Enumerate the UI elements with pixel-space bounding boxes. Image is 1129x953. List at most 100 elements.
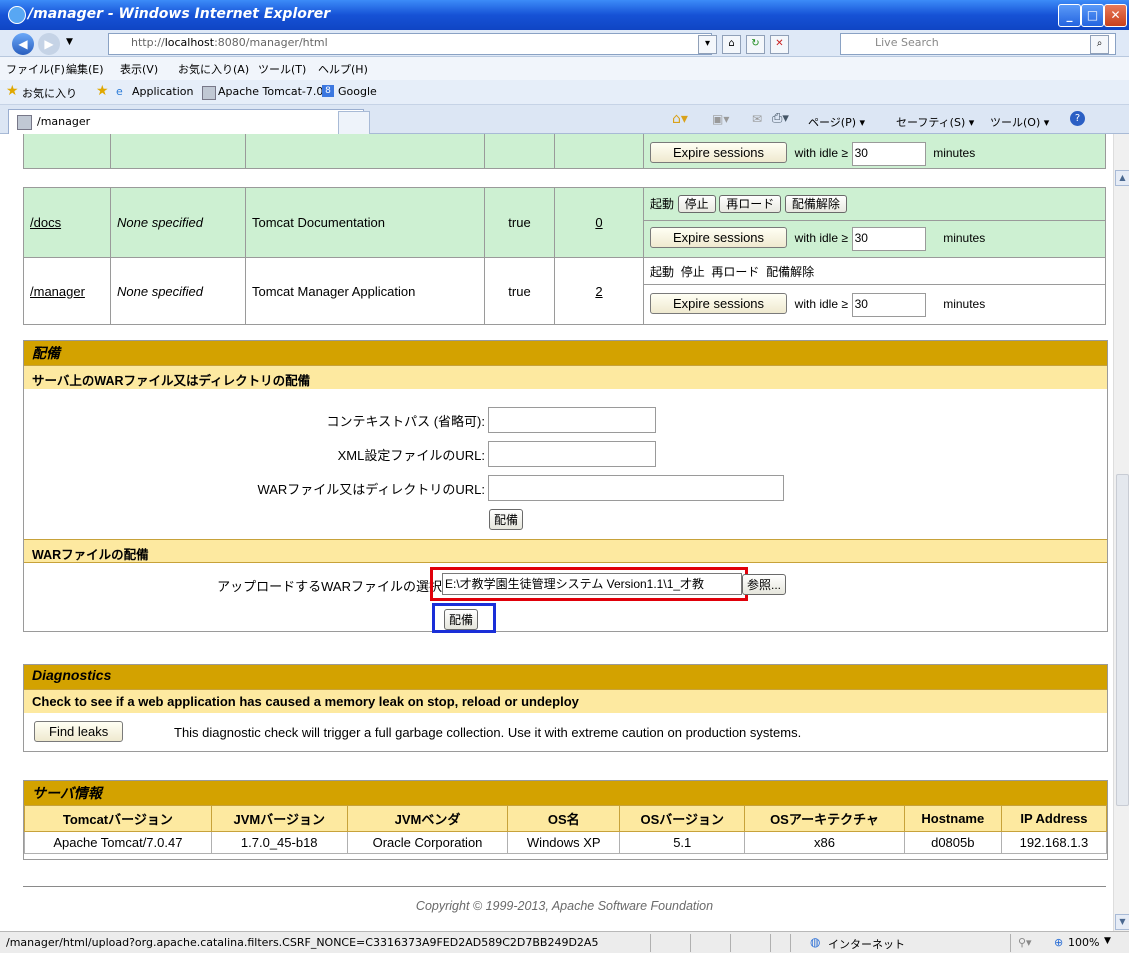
col-jvm-vendor: JVMベンダ [346, 805, 509, 832]
stop-button[interactable]: 停止 [677, 195, 716, 213]
tab-manager[interactable]: /manager [8, 109, 364, 135]
os-version: 5.1 [619, 831, 746, 854]
ie-page-icon: e [116, 85, 123, 98]
idle-label: with idle ≥ [794, 231, 848, 246]
star-icon: ★ [6, 83, 19, 99]
context-path-input[interactable] [488, 407, 656, 433]
app-running: true [484, 187, 555, 258]
fav-google[interactable]: Google [338, 85, 377, 98]
expire-sessions-button[interactable]: Expire sessions [650, 227, 788, 249]
tab-favicon-icon [17, 115, 32, 130]
tools-menu[interactable]: ツール(O) ▾ [990, 114, 1049, 130]
search-input[interactable]: Live Search [840, 33, 1116, 55]
find-leaks-button[interactable]: Find leaks [34, 721, 124, 742]
expire-sessions-button[interactable]: Expire sessions [650, 293, 788, 315]
help-icon[interactable]: ? [1070, 111, 1085, 126]
favorites-button[interactable]: お気に入り [22, 85, 77, 101]
compat-view-icon[interactable]: ▾ [698, 35, 717, 54]
search-icon[interactable]: ⌕ [1090, 35, 1109, 54]
status-bar: /manager/html/upload?org.apache.catalina… [0, 931, 1129, 953]
forward-button[interactable]: ▶ [38, 33, 60, 55]
apps-table-partial: Expire sessions with idle ≥ 30 minutes [23, 134, 1106, 169]
tab-title: /manager [37, 115, 91, 128]
reload-command: 再ロード [711, 264, 760, 279]
fav-tomcat[interactable]: Apache Tomcat-7.0 [218, 85, 323, 98]
tomcat-version: Apache Tomcat/7.0.47 [24, 831, 212, 854]
minutes-label: minutes [943, 231, 986, 246]
favorites-bar: ★ お気に入り ★ e Application Apache Tomcat-7.… [0, 80, 1129, 105]
undeploy-button[interactable]: 配備解除 [784, 195, 847, 213]
fav-application[interactable]: Application [132, 85, 193, 98]
app-sessions-link[interactable]: 0 [595, 215, 602, 230]
scroll-down-icon[interactable]: ▼ [1115, 914, 1129, 930]
app-sessions-link[interactable]: 2 [595, 284, 602, 299]
idle-input[interactable]: 30 [851, 227, 926, 251]
menu-help[interactable]: ヘルプ(H) [318, 61, 368, 77]
scroll-thumb[interactable] [1116, 474, 1129, 806]
menu-favorites[interactable]: お気に入り(A) [178, 61, 249, 77]
scroll-up-icon[interactable]: ▲ [1115, 170, 1129, 186]
window-title: /manager - Windows Internet Explorer [28, 6, 331, 22]
copyright-text: Copyright © 1999-2013, Apache Software F… [23, 886, 1106, 913]
upload-war-input[interactable]: E:\才教学園生徒管理システム Version1.1\1_才教 [442, 573, 742, 595]
war-url-input[interactable] [488, 475, 784, 501]
stop-command: 停止 [680, 264, 705, 279]
mail-icon[interactable]: ✉ [752, 112, 762, 126]
google-icon: 8 [322, 85, 334, 97]
url-path: :8080/manager/html [214, 36, 328, 49]
war-url-label: WARファイル又はディレクトリのURL: [257, 482, 485, 497]
home-icon[interactable]: ⌂▾ [672, 111, 688, 127]
menu-file[interactable]: ファイル(F) [6, 61, 65, 77]
minimize-button[interactable]: _ [1058, 4, 1081, 27]
zone-text: インターネット [828, 938, 905, 951]
col-os-arch: OSアーキテクチャ [744, 805, 905, 832]
zoom-dropdown-icon[interactable]: ▼ [1104, 936, 1111, 946]
app-path-link[interactable]: /docs [30, 215, 61, 230]
status-url: /manager/html/upload?org.apache.catalina… [6, 936, 599, 949]
menu-bar: ファイル(F) 編集(E) 表示(V) お気に入り(A) ツール(T) ヘルプ(… [0, 57, 1129, 80]
deploy-upload-button[interactable]: 配備 [444, 609, 479, 630]
server-info-table: Tomcatバージョン JVMバージョン JVMベンダ OS名 OSバージョン … [24, 805, 1108, 854]
url-prefix: http:// [131, 36, 165, 49]
history-dropdown-icon[interactable]: ▼ [66, 37, 73, 47]
diagnostics-section: Diagnostics Check to see if a web applic… [23, 664, 1108, 752]
idle-input[interactable]: 30 [851, 292, 926, 317]
app-path-link[interactable]: /manager [30, 284, 85, 299]
idle-label: with idle ≥ [794, 297, 848, 312]
table-row: /docs None specified Tomcat Documentatio… [23, 187, 1106, 258]
vertical-scrollbar[interactable]: ▲ ▼ [1113, 134, 1129, 931]
refresh-icon[interactable]: ↻ [746, 35, 765, 54]
print-icon[interactable]: ⎙▾ [772, 111, 789, 126]
back-button[interactable]: ◀ [12, 33, 34, 55]
col-os-name: OS名 [507, 805, 621, 832]
tomcat-page-icon [202, 86, 216, 100]
zoom-icon[interactable]: ⊕ [1054, 936, 1063, 949]
protected-mode-icon[interactable]: ⚲▾ [1018, 936, 1032, 949]
xml-config-input[interactable] [488, 441, 656, 467]
menu-edit[interactable]: 編集(E) [66, 61, 104, 77]
app-version: None specified [110, 257, 246, 325]
tab-bar: /manager ⌂▾ ▣▾ ✉ ⎙▾ ページ(P) ▾ セーフティ(S) ▾ … [0, 105, 1129, 135]
add-favorite-icon[interactable]: ★ [96, 83, 109, 99]
safety-menu[interactable]: セーフティ(S) ▾ [896, 114, 974, 130]
browse-button[interactable]: 参照... [742, 574, 787, 595]
zoom-level[interactable]: 100% [1068, 936, 1099, 949]
deploy-server-button[interactable]: 配備 [489, 509, 524, 530]
close-button[interactable]: ✕ [1104, 4, 1127, 27]
expire-sessions-button[interactable]: Expire sessions [650, 142, 788, 164]
menu-tools[interactable]: ツール(T) [258, 61, 306, 77]
idle-input[interactable]: 30 [851, 142, 926, 166]
globe-icon: ◍ [810, 935, 821, 949]
table-row: /manager None specified Tomcat Manager A… [23, 256, 1106, 325]
xml-config-label: XML設定ファイルのURL: [337, 448, 485, 463]
reload-button[interactable]: 再ロード [719, 195, 782, 213]
new-tab-button[interactable] [338, 111, 370, 134]
page-menu[interactable]: ページ(P) ▾ [808, 114, 865, 130]
stop-icon[interactable]: ✕ [770, 35, 789, 54]
feeds-icon[interactable]: ▣▾ [712, 112, 729, 126]
diagnostics-subtitle: Check to see if a web application has ca… [24, 689, 1107, 713]
maximize-button[interactable]: □ [1081, 4, 1104, 27]
menu-view[interactable]: 表示(V) [120, 61, 158, 77]
url-input[interactable]: http://localhost:8080/manager/html [108, 33, 712, 55]
rss-icon[interactable]: ⌂ [722, 35, 741, 54]
